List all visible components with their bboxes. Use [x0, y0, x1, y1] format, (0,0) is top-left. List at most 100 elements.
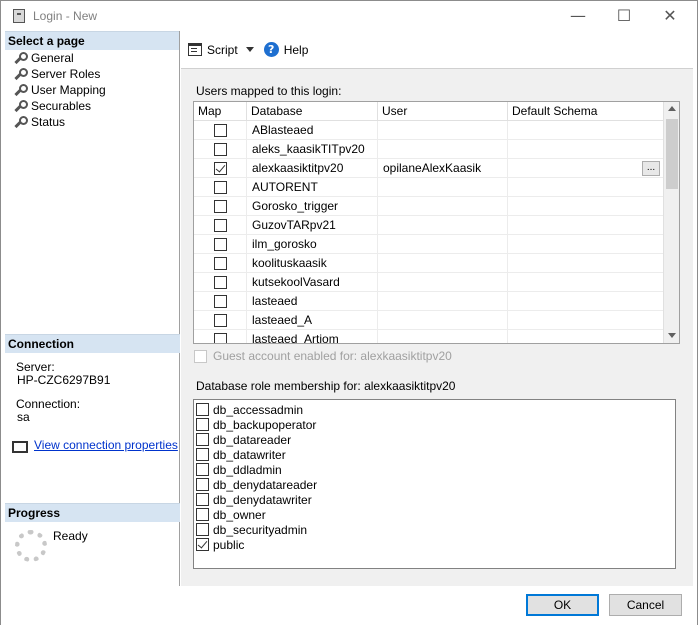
role-checkbox[interactable] — [196, 433, 209, 446]
user-cell[interactable] — [378, 140, 508, 159]
page-item-server-roles[interactable]: Server Roles — [5, 66, 179, 82]
page-item-status[interactable]: Status — [5, 114, 179, 130]
default-schema-cell[interactable] — [508, 216, 663, 235]
page-item-user-mapping[interactable]: User Mapping — [5, 82, 179, 98]
user-cell[interactable] — [378, 197, 508, 216]
table-row[interactable]: lasteaed_Artjom — [194, 330, 663, 343]
role-item[interactable]: db_accessadmin — [196, 402, 303, 417]
user-cell[interactable] — [378, 121, 508, 140]
map-checkbox[interactable] — [214, 124, 227, 137]
role-item[interactable]: db_denydatareader — [196, 477, 317, 492]
map-checkbox[interactable] — [214, 238, 227, 251]
user-cell[interactable] — [378, 330, 508, 343]
role-item[interactable]: db_backupoperator — [196, 417, 316, 432]
user-cell[interactable] — [378, 235, 508, 254]
user-cell[interactable] — [378, 254, 508, 273]
role-checkbox[interactable] — [196, 463, 209, 476]
grid-vertical-scrollbar[interactable] — [663, 102, 679, 343]
map-checkbox[interactable] — [214, 200, 227, 213]
browse-schema-button[interactable]: ... — [642, 161, 660, 176]
script-dropdown-arrow-icon[interactable] — [245, 47, 254, 52]
map-cell — [194, 159, 247, 178]
table-row[interactable]: AUTORENT — [194, 178, 663, 197]
default-schema-cell[interactable] — [508, 292, 663, 311]
role-item[interactable]: db_datareader — [196, 432, 291, 447]
role-checkbox[interactable] — [196, 418, 209, 431]
table-row[interactable]: ABlasteaed — [194, 121, 663, 140]
table-row[interactable]: alexkaasiktitpv20 opilaneAlexKaasik... — [194, 159, 663, 178]
database-cell: ABlasteaed — [247, 121, 378, 140]
column-header-database[interactable]: Database — [247, 102, 378, 121]
default-schema-cell[interactable] — [508, 254, 663, 273]
scroll-down-arrow-icon[interactable] — [668, 333, 676, 338]
map-checkbox[interactable] — [214, 181, 227, 194]
help-button[interactable]: ? Help — [263, 42, 308, 57]
table-row[interactable]: lasteaed_A — [194, 311, 663, 330]
ok-button[interactable]: OK — [526, 594, 599, 616]
map-checkbox[interactable] — [214, 219, 227, 232]
role-checkbox[interactable] — [196, 448, 209, 461]
table-row[interactable]: aleks_kaasikTITpv20 — [194, 140, 663, 159]
map-checkbox[interactable] — [214, 333, 227, 343]
default-schema-cell[interactable] — [508, 121, 663, 140]
minimize-button[interactable]: — — [555, 3, 601, 29]
user-cell[interactable] — [378, 292, 508, 311]
wrench-icon — [13, 52, 28, 64]
role-checkbox[interactable] — [196, 403, 209, 416]
table-row[interactable]: GuzovTARpv21 — [194, 216, 663, 235]
maximize-button[interactable]: ☐ — [601, 3, 647, 29]
map-checkbox[interactable] — [214, 276, 227, 289]
user-cell[interactable] — [378, 311, 508, 330]
cancel-button[interactable]: Cancel — [609, 594, 682, 616]
user-cell[interactable] — [378, 178, 508, 197]
default-schema-cell[interactable] — [508, 273, 663, 292]
map-checkbox[interactable] — [214, 314, 227, 327]
table-row[interactable]: lasteaed — [194, 292, 663, 311]
script-button[interactable]: Script — [188, 43, 238, 57]
table-row[interactable]: kutsekoolVasard — [194, 273, 663, 292]
role-checkbox[interactable] — [196, 538, 209, 551]
connection-section: Connection Server: HP-CZC6297B91 Connect… — [5, 334, 180, 453]
user-cell[interactable] — [378, 216, 508, 235]
table-row[interactable]: Gorosko_trigger — [194, 197, 663, 216]
default-schema-cell[interactable] — [508, 159, 663, 178]
scroll-thumb[interactable] — [666, 119, 678, 189]
role-checkbox[interactable] — [196, 493, 209, 506]
role-item[interactable]: db_datawriter — [196, 447, 286, 462]
scroll-up-arrow-icon[interactable] — [668, 106, 676, 111]
page-item-securables[interactable]: Securables — [5, 98, 179, 114]
role-item[interactable]: db_denydatawriter — [196, 492, 312, 507]
role-label: db_denydatareader — [213, 477, 318, 492]
role-checkbox[interactable] — [196, 508, 209, 521]
user-cell[interactable] — [378, 273, 508, 292]
column-header-default-schema[interactable]: Default Schema — [508, 102, 663, 121]
role-item[interactable]: db_ddladmin — [196, 462, 282, 477]
page-item-label: User Mapping — [31, 83, 106, 97]
default-schema-cell[interactable] — [508, 140, 663, 159]
login-new-dialog: Login - New — ☐ ✕ Select a page General … — [0, 0, 698, 625]
users-mapped-grid[interactable]: Map Database User Default Schema ABlaste… — [193, 101, 680, 344]
role-item[interactable]: db_securityadmin — [196, 522, 307, 537]
database-cell: lasteaed_Artjom — [247, 330, 378, 343]
table-row[interactable]: ilm_gorosko — [194, 235, 663, 254]
role-checkbox[interactable] — [196, 523, 209, 536]
role-checkbox[interactable] — [196, 478, 209, 491]
map-checkbox[interactable] — [214, 162, 227, 175]
default-schema-cell[interactable] — [508, 311, 663, 330]
default-schema-cell[interactable] — [508, 197, 663, 216]
role-item[interactable]: public — [196, 537, 244, 552]
default-schema-cell[interactable] — [508, 330, 663, 343]
default-schema-cell[interactable] — [508, 178, 663, 197]
map-checkbox[interactable] — [214, 143, 227, 156]
view-connection-properties-link[interactable]: View connection properties — [34, 438, 178, 452]
map-checkbox[interactable] — [214, 295, 227, 308]
page-item-general[interactable]: General — [5, 50, 179, 66]
default-schema-cell[interactable] — [508, 235, 663, 254]
role-item[interactable]: db_owner — [196, 507, 266, 522]
user-cell[interactable]: opilaneAlexKaasik — [378, 159, 508, 178]
map-checkbox[interactable] — [214, 257, 227, 270]
column-header-map[interactable]: Map — [194, 102, 247, 121]
table-row[interactable]: koolituskaasik — [194, 254, 663, 273]
column-header-user[interactable]: User — [378, 102, 508, 121]
close-button[interactable]: ✕ — [647, 3, 693, 29]
